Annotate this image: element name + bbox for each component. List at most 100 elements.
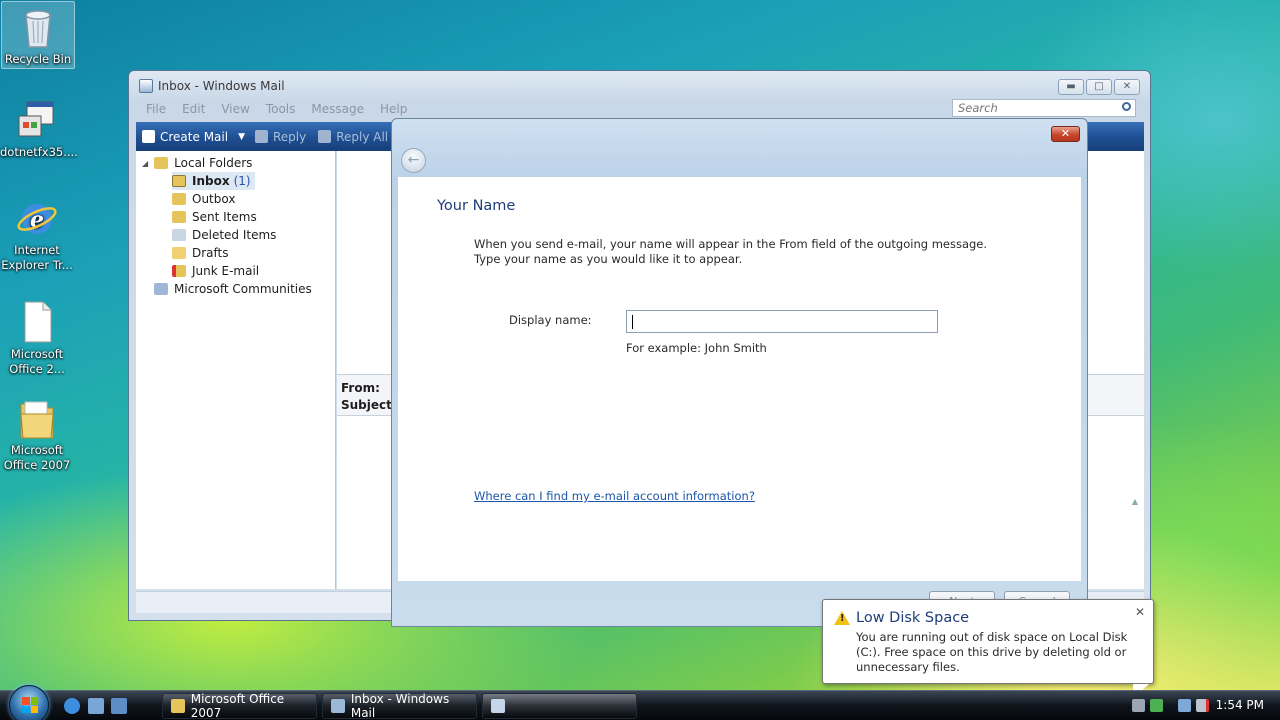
display-name-label: Display name: <box>509 313 592 327</box>
internet-explorer-quicklaunch-icon[interactable] <box>64 698 80 714</box>
reply-all-button[interactable]: Reply All <box>312 130 394 144</box>
from-label: From: <box>341 381 380 395</box>
tree-item-sent-items[interactable]: Sent Items <box>172 208 257 226</box>
display-name-field[interactable] <box>626 310 938 333</box>
warning-mark: ! <box>840 613 845 624</box>
desktop-icon-dotnetfx[interactable]: dotnetfx35.... <box>0 98 78 160</box>
create-mail-icon <box>142 130 155 143</box>
desktop-icon-internet-explorer[interactable]: e Internet Explorer Tr... <box>0 196 74 273</box>
notification-title: Low Disk Space <box>856 610 970 626</box>
disk-warning-tray-icon[interactable] <box>1132 699 1145 712</box>
menu-bar: File Edit View Tools Message Help Search <box>138 99 1142 119</box>
tree-item-label: Local Folders <box>174 156 253 170</box>
tree-item-inbox[interactable]: Inbox (1) <box>172 172 255 190</box>
windows-mail-icon <box>331 699 345 713</box>
taskbar-button-office-folder[interactable]: Microsoft Office 2007 <box>162 692 317 720</box>
volume-muted-icon[interactable] <box>1196 699 1209 712</box>
recycle-bin-icon <box>16 5 60 49</box>
search-input[interactable]: Search <box>952 99 1136 117</box>
tree-item-label: Microsoft Communities <box>174 282 312 296</box>
minimize-button[interactable]: ▬ <box>1058 79 1084 95</box>
internet-explorer-icon: e <box>15 196 59 240</box>
desktop-icon-label: dotnetfx35.... <box>0 145 78 159</box>
search-placeholder: Search <box>958 101 998 115</box>
reply-button[interactable]: Reply <box>249 130 312 144</box>
tree-item-drafts[interactable]: Drafts <box>172 244 229 262</box>
menu-view[interactable]: View <box>213 102 257 116</box>
desktop-icon-recycle-bin[interactable]: Recycle Bin <box>1 1 75 69</box>
dialog-close-button[interactable]: ✕ <box>1051 126 1080 142</box>
show-desktop-icon[interactable] <box>88 698 104 714</box>
taskbar-button-label: Inbox - Windows Mail <box>350 692 450 720</box>
folder-icon <box>154 157 169 169</box>
search-icon[interactable] <box>1122 102 1131 111</box>
dialog-body: Your Name When you send e-mail, your nam… <box>398 177 1081 581</box>
start-button[interactable] <box>9 685 49 720</box>
windows-logo-icon <box>22 697 38 713</box>
document-icon <box>15 300 59 344</box>
description-line: Type your name as you would like it to a… <box>474 252 743 266</box>
menu-help[interactable]: Help <box>372 102 415 116</box>
menu-file[interactable]: File <box>138 102 174 116</box>
tree-item-label: Junk E-mail <box>192 264 260 278</box>
window-title: Inbox - Windows Mail <box>158 79 285 93</box>
desktop-icon-label: Microsoft Office 2... <box>9 347 65 376</box>
network-tray-icon[interactable] <box>1178 699 1191 712</box>
reply-label: Reply <box>272 129 307 144</box>
menu-message[interactable]: Message <box>303 102 372 116</box>
tree-item-junk-email[interactable]: Junk E-mail <box>172 262 259 280</box>
taskbar-button-setup-dialog[interactable] <box>482 693 637 719</box>
tree-item-label: Inbox <box>192 174 230 188</box>
tree-item-microsoft-communities[interactable]: Microsoft Communities <box>154 280 312 298</box>
display-name-example: For example: John Smith <box>626 341 767 355</box>
notification-close-icon[interactable]: ✕ <box>1135 605 1145 619</box>
inbox-icon <box>172 175 186 187</box>
taskbar-button-windows-mail[interactable]: Inbox - Windows Mail <box>322 692 477 720</box>
tree-item-label: Outbox <box>192 192 236 206</box>
windows-mail-icon <box>139 79 153 93</box>
close-button[interactable]: ✕ <box>1114 79 1140 95</box>
security-tray-icon[interactable] <box>1150 699 1163 712</box>
menu-edit[interactable]: Edit <box>174 102 213 116</box>
tree-item-outbox[interactable]: Outbox <box>172 190 235 208</box>
taskbar-button-label: Microsoft Office 2007 <box>190 692 285 720</box>
text-caret <box>632 315 633 329</box>
back-arrow-icon[interactable]: ← <box>401 148 426 173</box>
tree-expand-icon[interactable]: ◢ <box>142 159 148 168</box>
desktop-icon-label: Recycle Bin <box>4 52 72 66</box>
sent-items-icon <box>172 211 186 223</box>
create-mail-button[interactable]: Create Mail <box>136 130 234 144</box>
window-title-bar[interactable]: Inbox - Windows Mail <box>129 71 1150 101</box>
junk-email-icon <box>172 265 186 277</box>
account-setup-dialog: ✕ ← Your Name When you send e-mail, your… <box>391 118 1088 627</box>
reply-all-label: Reply All <box>336 129 389 144</box>
folder-icon <box>171 699 185 713</box>
account-info-help-link[interactable]: Where can I find my e-mail account infor… <box>474 489 755 503</box>
create-mail-label: Create Mail <box>160 129 229 144</box>
description-line: When you send e-mail, your name will app… <box>474 237 988 251</box>
communities-icon <box>154 283 168 295</box>
taskbar: Microsoft Office 2007 Inbox - Windows Ma… <box>0 685 1280 720</box>
outbox-icon <box>172 193 186 205</box>
tree-item-label: Drafts <box>192 246 229 260</box>
reply-icon <box>254 130 268 143</box>
create-mail-dropdown[interactable]: ▼ <box>234 132 249 142</box>
unread-count: (1) <box>233 174 251 188</box>
tree-item-deleted-items[interactable]: Deleted Items <box>172 226 276 244</box>
tree-item-label: Sent Items <box>192 210 257 224</box>
scroll-up-icon[interactable]: ▲ <box>1132 497 1138 506</box>
desktop-icon-label: Internet Explorer Tr... <box>1 243 73 272</box>
installer-icon <box>15 98 59 142</box>
folder-tree: ◢ Local Folders Inbox (1) Outbox Sent It… <box>136 151 336 589</box>
desktop-icon-office-folder[interactable]: Microsoft Office 2007 <box>0 396 74 473</box>
desktop-icon-office-doc[interactable]: Microsoft Office 2... <box>0 300 74 377</box>
maximize-button[interactable]: □ <box>1086 79 1112 95</box>
reply-all-icon <box>318 130 332 143</box>
folder-icon <box>15 396 59 440</box>
switch-windows-icon[interactable] <box>111 698 127 714</box>
windows-mail-icon <box>491 699 505 713</box>
low-disk-space-notification[interactable]: ! Low Disk Space You are running out of … <box>822 599 1154 698</box>
tree-item-local-folders[interactable]: ◢ Local Folders <box>142 154 252 172</box>
menu-tools[interactable]: Tools <box>258 102 304 116</box>
clock[interactable]: 1:54 PM <box>1216 698 1264 712</box>
